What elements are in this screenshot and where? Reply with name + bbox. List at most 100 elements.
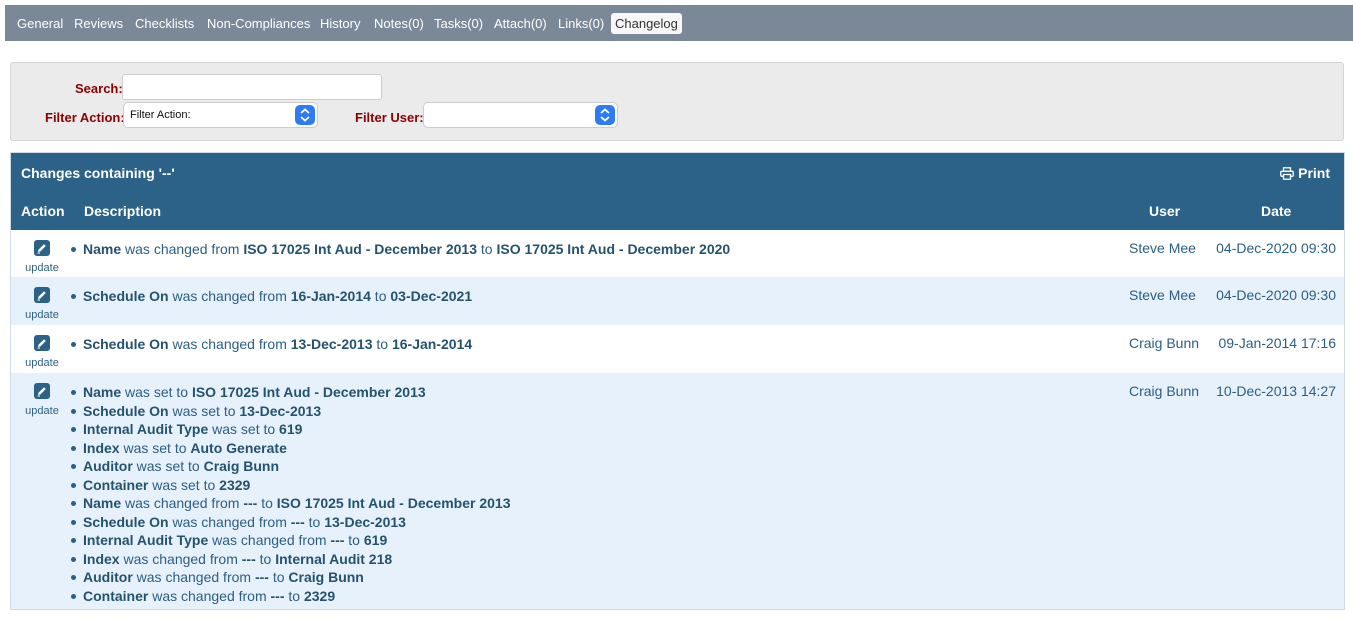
update-action[interactable]: update	[24, 335, 60, 369]
field-name: Auditor	[83, 569, 133, 585]
old-value: ---	[254, 569, 269, 585]
old-value: ISO 17025 Int Aud - December 2013	[191, 384, 426, 400]
tab-checklists[interactable]: Checklists	[131, 13, 198, 34]
tab-history[interactable]: History	[316, 13, 364, 34]
tab-tasks[interactable]: Tasks(0)	[430, 13, 487, 34]
change-to: to	[268, 569, 289, 585]
change-verb: was set to	[168, 402, 240, 419]
field-name: Container	[83, 587, 149, 604]
filter-action-value: Filter Action:	[130, 109, 191, 121]
change-verb: was changed from	[208, 532, 331, 548]
change-verb: was changed from	[148, 587, 271, 604]
table-row: update Schedule On was changed from 13-De…	[11, 325, 1344, 373]
field-name: Schedule On	[83, 513, 169, 530]
old-value: ---	[270, 587, 285, 604]
tab-links[interactable]: Links(0)	[554, 13, 608, 34]
action-label: update	[25, 405, 59, 417]
old-value: 2329	[219, 476, 251, 493]
field-name: Index	[83, 550, 120, 567]
change-to: to	[344, 532, 364, 548]
table-caption: Changes containing '--'	[21, 165, 175, 181]
table-header: Changes containing '--' Print Action Des…	[11, 153, 1344, 230]
field-name: Schedule On	[83, 288, 169, 304]
tab-changelog[interactable]: Changelog	[611, 13, 682, 34]
column-header-date: Date	[1261, 203, 1292, 219]
change-list: Name was changed from ISO 17025 Int Aud …	[69, 240, 730, 259]
user-cell: Craig Bunn	[1129, 383, 1200, 399]
print-label: Print	[1298, 165, 1330, 181]
change-list: Name was set to ISO 17025 Int Aud - Dece…	[69, 383, 510, 605]
printer-icon	[1280, 167, 1294, 180]
changelog-table: Changes containing '--' Print Action Des…	[10, 152, 1345, 610]
change-verb: was changed from	[132, 569, 255, 585]
old-value: ---	[330, 532, 345, 548]
update-action[interactable]: update	[24, 240, 60, 274]
field-name: Schedule On	[83, 402, 169, 419]
updown-arrow-icon	[595, 105, 615, 125]
field-name: Auditor	[83, 458, 133, 474]
old-value: ---	[243, 495, 258, 511]
field-name: Internal Audit Type	[83, 532, 209, 548]
edit-pencil-icon	[34, 240, 50, 256]
list-item: Name was changed from --- to ISO 17025 I…	[69, 494, 510, 513]
field-name: Name	[83, 495, 122, 511]
date-cell: 04-Dec-2020 09:30	[1216, 240, 1336, 256]
change-to: to	[255, 550, 276, 567]
change-list: Schedule On was changed from 16-Jan-2014…	[69, 287, 472, 306]
user-cell: Steve Mee	[1129, 240, 1196, 256]
field-name: Index	[83, 439, 120, 456]
new-value: Craig Bunn	[288, 569, 364, 585]
field-name: Name	[83, 384, 122, 400]
list-item: Container was set to 2329	[69, 476, 510, 495]
change-to: to	[370, 288, 391, 304]
date-cell: 10-Dec-2013 14:27	[1216, 383, 1336, 399]
new-value: Internal Audit 218	[275, 550, 393, 567]
filter-action-label: Filter Action:	[45, 110, 125, 125]
list-item: Internal Audit Type was set to 619	[69, 420, 510, 439]
change-to: to	[372, 336, 392, 352]
change-verb: was set to	[132, 458, 204, 474]
list-item: Auditor was changed from --- to Craig Bu…	[69, 568, 510, 587]
field-name: Schedule On	[83, 336, 169, 352]
filter-user-select[interactable]	[423, 102, 618, 128]
old-value: 13-Dec-2013	[239, 402, 322, 419]
new-value: 619	[363, 532, 388, 548]
new-value: ISO 17025 Int Aud - December 2013	[276, 495, 511, 511]
field-name: Name	[83, 241, 122, 257]
old-value: ---	[290, 513, 305, 530]
change-to: to	[477, 241, 497, 257]
old-value: ISO 17025 Int Aud - December 2013	[243, 241, 478, 257]
change-verb: was changed from	[168, 288, 291, 304]
tab-notes[interactable]: Notes(0)	[370, 13, 428, 34]
new-value: 2329	[303, 587, 336, 604]
search-input[interactable]	[122, 74, 382, 100]
update-action[interactable]: update	[24, 383, 60, 417]
update-action[interactable]: update	[24, 287, 60, 321]
filter-panel: Search: Filter Action: Filter Action: Fi…	[10, 62, 1344, 141]
tab-bar: General Reviews Checklists Non-Complianc…	[5, 5, 1353, 41]
list-item: Container was changed from --- to 2329	[69, 587, 510, 606]
old-value: Craig Bunn	[203, 458, 280, 474]
old-value: 16-Jan-2014	[290, 288, 371, 304]
old-value: 619	[279, 421, 303, 437]
user-cell: Craig Bunn	[1129, 335, 1200, 351]
table-row: update Schedule On was changed from 16-Ja…	[11, 277, 1344, 325]
list-item: Schedule On was changed from 16-Jan-2014…	[69, 287, 472, 306]
change-to: to	[257, 495, 277, 511]
column-header-user: User	[1149, 203, 1181, 219]
filter-action-select[interactable]: Filter Action:	[123, 102, 318, 128]
tab-reviews[interactable]: Reviews	[70, 13, 127, 34]
list-item: Schedule On was set to 13-Dec-2013	[69, 402, 510, 421]
list-item: Schedule On was changed from 13-Dec-2013…	[69, 335, 472, 354]
date-cell: 04-Dec-2020 09:30	[1216, 287, 1336, 303]
tab-attach[interactable]: Attach(0)	[490, 13, 551, 34]
change-verb: was set to	[208, 421, 280, 437]
old-value: Auto Generate	[190, 439, 287, 456]
list-item: Auditor was set to Craig Bunn	[69, 457, 510, 476]
updown-arrow-icon	[295, 105, 315, 125]
print-button[interactable]: Print	[1280, 165, 1330, 181]
tab-non-compliances[interactable]: Non-Compliances	[203, 13, 314, 34]
list-item: Name was set to ISO 17025 Int Aud - Dece…	[69, 383, 510, 402]
change-verb: was changed from	[168, 513, 291, 530]
tab-general[interactable]: General	[13, 13, 67, 34]
